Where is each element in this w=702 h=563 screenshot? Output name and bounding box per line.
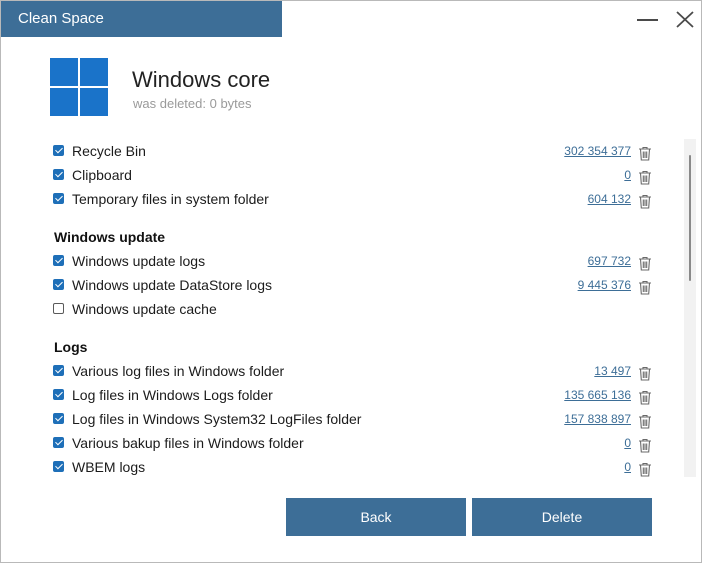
delete-button[interactable]: Delete [472,498,652,536]
trash-icon[interactable] [638,192,652,209]
scrollbar[interactable] [684,139,696,477]
item-checkbox[interactable] [53,461,64,472]
item-size-link[interactable]: 0 [624,455,631,477]
list-item: WBEM logs 0 [50,455,660,477]
group-title: Windows update [54,229,166,245]
item-size-link[interactable]: 302 354 377 [564,139,631,163]
item-label[interactable]: Log files in Windows System32 LogFiles f… [72,407,361,431]
list-item: Windows update DataStore logs 9 445 376 [50,273,660,297]
trash-icon[interactable] [638,388,652,405]
item-label[interactable]: Various log files in Windows folder [72,359,284,383]
item-checkbox[interactable] [53,365,64,376]
item-label[interactable]: Windows update logs [72,249,205,273]
item-label[interactable]: Windows update cache [72,297,217,321]
item-size-link[interactable]: 157 838 897 [564,407,631,431]
windows-logo-icon [50,58,108,116]
item-checkbox[interactable] [53,303,64,314]
item-label[interactable]: Clipboard [72,163,132,187]
trash-icon[interactable] [638,254,652,271]
deleted-status: was deleted: 0 bytes [133,96,252,111]
cleanup-list: Recycle Bin 302 354 377 Clipboard 0 Temporar… [50,139,660,477]
item-size-link[interactable]: 0 [624,431,631,455]
item-label[interactable]: Various bakup files in Windows folder [72,431,304,455]
item-label[interactable]: Windows update DataStore logs [72,273,272,297]
item-size-link[interactable]: 0 [624,163,631,187]
item-size-link[interactable]: 135 665 136 [564,383,631,407]
list-item: Log files in Windows System32 LogFiles f… [50,407,660,431]
item-checkbox[interactable] [53,145,64,156]
close-icon[interactable] [673,7,699,31]
item-checkbox[interactable] [53,255,64,266]
list-item: Temporary files in system folder 604 132 [50,187,660,211]
group-title: Logs [54,339,88,355]
item-checkbox[interactable] [53,169,64,180]
item-label[interactable]: Recycle Bin [72,139,146,163]
list-item: Various bakup files in Windows folder 0 [50,431,660,455]
page-title: Windows core [132,67,271,92]
item-size-link[interactable]: 9 445 376 [578,273,631,297]
trash-icon[interactable] [638,412,652,429]
item-checkbox[interactable] [53,413,64,424]
trash-icon[interactable] [638,364,652,381]
trash-icon[interactable] [638,278,652,295]
item-size-link[interactable]: 697 732 [588,249,631,273]
item-size-link[interactable]: 13 497 [594,359,631,383]
item-label[interactable]: Log files in Windows Logs folder [72,383,273,407]
list-item: Various log files in Windows folder 13 49… [50,359,660,383]
list-item: Log files in Windows Logs folder 135 665 … [50,383,660,407]
item-checkbox[interactable] [53,193,64,204]
item-label[interactable]: WBEM logs [72,455,145,477]
item-label[interactable]: Temporary files in system folder [72,187,269,211]
back-button[interactable]: Back [286,498,466,536]
minimize-icon[interactable] [635,7,661,31]
item-checkbox[interactable] [53,389,64,400]
list-item: Windows update cache [50,297,660,321]
list-item: Clipboard 0 [50,163,660,187]
trash-icon[interactable] [638,460,652,477]
window-title: Clean Space [1,1,282,37]
item-checkbox[interactable] [53,279,64,290]
item-size-link[interactable]: 604 132 [588,187,631,211]
item-checkbox[interactable] [53,437,64,448]
list-item: Windows update logs 697 732 [50,249,660,273]
list-item: Recycle Bin 302 354 377 [50,139,660,163]
trash-icon[interactable] [638,436,652,453]
app-window: Clean Space Windows core was deleted: 0 … [0,0,702,563]
trash-icon[interactable] [638,144,652,161]
trash-icon[interactable] [638,168,652,185]
scrollbar-thumb[interactable] [689,155,691,281]
